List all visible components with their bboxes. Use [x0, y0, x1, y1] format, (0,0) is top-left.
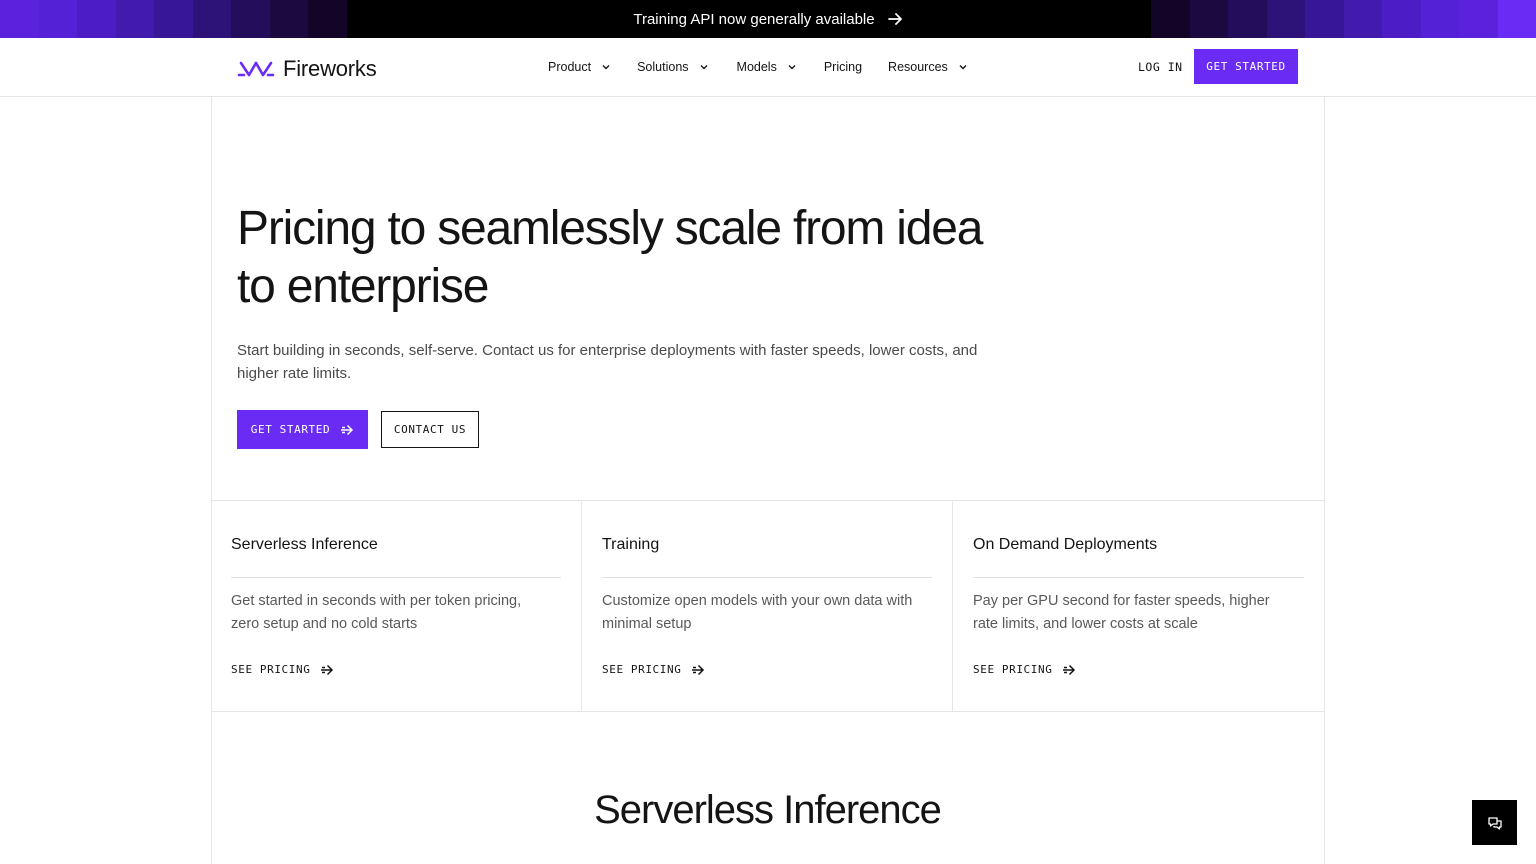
banner-tile	[308, 0, 347, 38]
card-description: Customize open models with your own data…	[602, 593, 913, 632]
chevron-down-icon	[959, 65, 967, 70]
pricing-cards: Serverless Inference Get started in seco…	[211, 500, 1324, 712]
logo[interactable]: Fireworks	[237, 56, 377, 82]
banner-tile	[0, 0, 39, 38]
banner-tile	[1266, 0, 1305, 38]
banner-tile	[115, 0, 154, 38]
banner-tile	[269, 0, 308, 38]
main-nav: Product Solutions Models Pricing Resourc…	[548, 38, 968, 96]
nav-label: Resources	[888, 60, 948, 74]
card-training: Training Customize open models with your…	[582, 501, 953, 711]
hero-title: Pricing to seamlessly scale from idea to…	[237, 202, 983, 313]
hero-subtitle: Start building in seconds, self-serve. C…	[237, 342, 978, 382]
banner-tile	[1497, 0, 1536, 38]
site-header: Fireworks Product Solutions Models Prici…	[0, 38, 1536, 97]
banner-pattern-right	[1151, 0, 1536, 38]
banner-tile	[77, 0, 116, 38]
chevron-down-icon	[700, 65, 708, 70]
banner-tile	[192, 0, 231, 38]
hero-get-started-button[interactable]: GET STARTED	[237, 410, 368, 449]
see-pricing-link[interactable]: SEE PRICING	[602, 663, 705, 676]
button-label: GET STARTED	[250, 423, 331, 436]
announcement-banner: Training API now generally available	[0, 0, 1536, 38]
header-get-started-button[interactable]: GET STARTED	[1194, 49, 1298, 84]
nav-label: Models	[736, 60, 777, 74]
card-title: Serverless Inference	[231, 536, 378, 553]
banner-tile	[1343, 0, 1382, 38]
banner-tile	[1420, 0, 1459, 38]
banner-tile	[1151, 0, 1190, 38]
card-description: Pay per GPU second for faster speeds, hi…	[973, 593, 1270, 632]
card-on-demand-deployments: On Demand Deployments Pay per GPU second…	[953, 501, 1324, 711]
banner-tile	[231, 0, 270, 38]
banner-tile	[154, 0, 193, 38]
card-divider	[231, 577, 561, 578]
banner-tile	[1459, 0, 1498, 38]
card-divider	[602, 577, 932, 578]
announcement-link[interactable]: Training API now generally available	[633, 11, 902, 28]
card-title: Training	[602, 536, 660, 553]
chevron-down-icon	[788, 65, 796, 70]
link-label: SEE PRICING	[231, 663, 311, 676]
nav-label: Product	[548, 60, 592, 74]
arrow-right-icon	[692, 664, 705, 675]
card-title: On Demand Deployments	[973, 536, 1158, 553]
nav-label: Solutions	[637, 60, 689, 74]
see-pricing-link[interactable]: SEE PRICING	[231, 663, 334, 676]
banner-tile	[38, 0, 77, 38]
card-description: Get started in seconds with per token pr…	[231, 593, 522, 632]
nav-item-resources[interactable]: Resources	[888, 60, 968, 74]
nav-label: Pricing	[823, 60, 863, 74]
announcement-text: Training API now generally available	[633, 10, 875, 28]
banner-tile	[1189, 0, 1228, 38]
nav-item-solutions[interactable]: Solutions	[637, 60, 708, 74]
link-label: SEE PRICING	[973, 663, 1053, 676]
banner-tile	[1382, 0, 1421, 38]
arrow-right-icon	[887, 13, 902, 25]
link-label: SEE PRICING	[602, 663, 682, 676]
banner-tile	[1305, 0, 1344, 38]
chat-widget-button[interactable]	[1472, 800, 1517, 845]
chat-icon	[1487, 816, 1502, 830]
banner-tile	[1228, 0, 1267, 38]
frame-line-left	[211, 38, 212, 864]
arrow-right-icon	[321, 664, 334, 675]
arrow-right-icon	[341, 424, 354, 435]
chevron-down-icon	[602, 65, 610, 70]
login-link[interactable]: LOG IN	[1138, 60, 1183, 74]
logo-text: Fireworks	[283, 56, 377, 81]
see-pricing-link[interactable]: SEE PRICING	[973, 663, 1076, 676]
nav-item-models[interactable]: Models	[737, 60, 797, 74]
card-divider	[973, 577, 1304, 578]
nav-item-pricing[interactable]: Pricing	[824, 60, 862, 74]
contact-us-button[interactable]: CONTACT US	[381, 411, 479, 448]
card-serverless-inference: Serverless Inference Get started in seco…	[211, 501, 582, 711]
nav-item-product[interactable]: Product	[548, 60, 611, 74]
fireworks-logo-icon	[237, 61, 275, 77]
frame-line-right	[1324, 38, 1325, 864]
section-title: Serverless Inference	[594, 788, 942, 832]
banner-pattern-left	[0, 0, 347, 38]
arrow-right-icon	[1063, 664, 1076, 675]
